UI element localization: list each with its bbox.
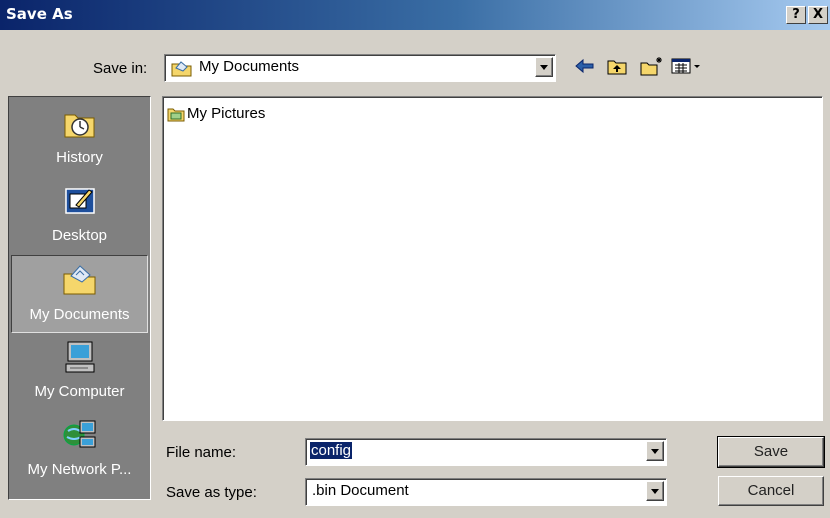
chevron-down-icon [651,449,659,454]
save-as-type-label: Save as type: [166,484,257,501]
file-name-value: config [310,442,353,459]
my-computer-icon [62,339,98,375]
cancel-button[interactable]: Cancel [718,476,824,506]
history-icon [62,105,98,141]
save-as-type-dropdown[interactable]: .bin Document [305,478,667,506]
chevron-down-icon [540,65,548,70]
save-in-dropdown[interactable]: My Documents [164,54,556,82]
place-label: Desktop [51,227,108,244]
save-in-label: Save in: [93,60,148,77]
chevron-down-icon [651,489,659,494]
file-list[interactable]: My Pictures [162,96,823,421]
file-name-field[interactable]: config [305,438,667,466]
window-title: Save As [6,5,73,23]
place-my-network-places[interactable]: My Network P... [11,411,148,489]
save-button[interactable]: Save [717,436,825,468]
place-label: My Computer [34,383,125,400]
save-in-value: My Documents [199,58,300,75]
folder-pictures-icon [167,106,185,122]
up-one-level-icon[interactable] [606,54,628,78]
title-bar[interactable]: Save As ? X [0,0,830,30]
place-label: My Network P... [27,461,132,478]
places-bar: History Desktop My Documents My Computer… [8,96,151,500]
save-as-type-value: .bin Document [312,482,409,499]
new-folder-icon[interactable] [640,54,664,78]
my-documents-icon [62,262,98,298]
back-arrow-icon[interactable] [574,54,596,78]
file-name-label: My Pictures [187,105,266,122]
file-name-dropdown-button[interactable] [646,441,664,461]
my-documents-icon [171,59,193,77]
place-desktop[interactable]: Desktop [11,177,148,255]
help-button[interactable]: ? [786,6,806,24]
save-in-dropdown-button[interactable] [535,57,553,77]
view-menu-icon[interactable] [670,54,706,78]
close-button[interactable]: X [808,6,828,24]
desktop-icon [62,183,98,219]
my-network-places-icon [62,417,98,453]
place-my-documents[interactable]: My Documents [11,255,148,333]
place-my-computer[interactable]: My Computer [11,333,148,411]
save-as-type-dropdown-button[interactable] [646,481,664,501]
place-history[interactable]: History [11,99,148,177]
file-name-label: File name: [166,444,237,461]
place-label: History [56,149,103,166]
place-label: My Documents [29,306,130,323]
